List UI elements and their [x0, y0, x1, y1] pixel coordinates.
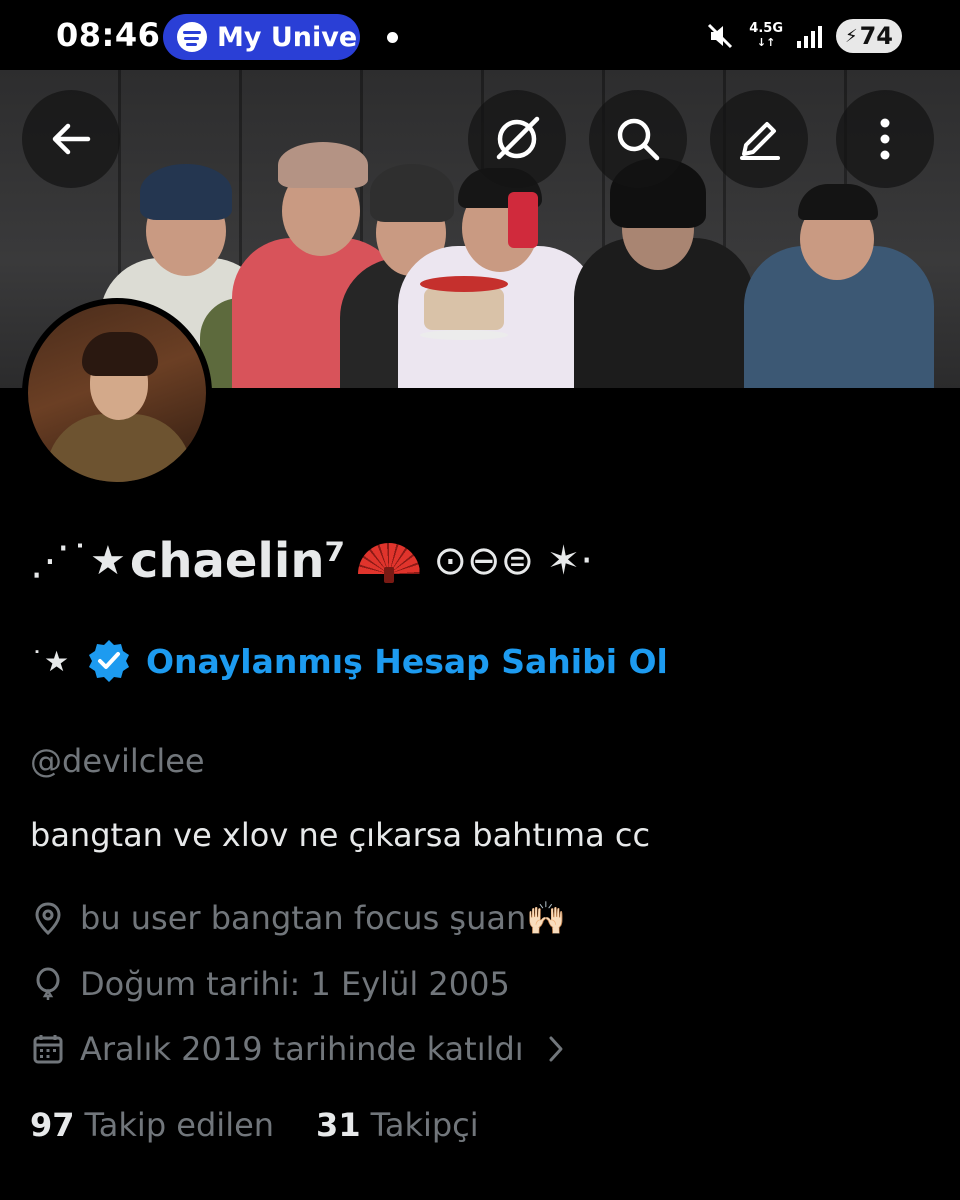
- signal-icon: [797, 24, 822, 48]
- name-suffix: ⊙⊖⊜ ✶⋅: [433, 538, 594, 584]
- back-button[interactable]: [22, 90, 120, 188]
- search-icon: [617, 118, 660, 161]
- location-text: bu user bangtan focus şuan🙌🏻: [80, 899, 567, 937]
- display-name: ⋰˙★ chaelin⁷ ⊙⊖⊜ ✶⋅: [30, 526, 593, 596]
- banner-phone: [508, 192, 538, 248]
- media-pill[interactable]: My Unive: [163, 14, 360, 60]
- mute-icon: [708, 23, 733, 49]
- name-text: chaelin⁷: [129, 533, 346, 589]
- status-bar: 08:46 My Unive 4.5G ↓↑ ⚡ 74: [0, 0, 960, 70]
- edit-icon: [740, 122, 780, 160]
- notification-dot: [387, 32, 398, 43]
- verify-row: ˙★ Onaylanmış Hesap Sahibi Ol: [30, 632, 668, 690]
- more-button[interactable]: [836, 90, 934, 188]
- verified-badge-icon: [89, 640, 129, 682]
- more-icon: [880, 118, 890, 160]
- profile-avatar[interactable]: [22, 298, 212, 488]
- following-count: 97: [30, 1106, 75, 1144]
- network-label: 4.5G: [749, 21, 783, 36]
- birthday-row: Doğum tarihi: 1 Eylül 2005: [30, 962, 510, 1006]
- fan-emoji-icon: [358, 543, 420, 583]
- status-icons: 4.5G ↓↑ ⚡ 74: [705, 16, 902, 56]
- grok-icon: [496, 116, 540, 160]
- name-prefix: ⋰˙★: [30, 538, 126, 584]
- balloon-icon: [36, 967, 60, 1000]
- joined-row[interactable]: Aralık 2019 tarihinde katıldı: [30, 1027, 566, 1071]
- location-row: bu user bangtan focus şuan🙌🏻: [30, 896, 566, 940]
- following-label: Takip edilen: [84, 1106, 275, 1144]
- search-button[interactable]: [589, 90, 687, 188]
- back-arrow-icon: [52, 123, 91, 155]
- following-link[interactable]: 97 Takip edilen: [30, 1106, 274, 1144]
- edit-button[interactable]: [710, 90, 808, 188]
- joined-text: Aralık 2019 tarihinde katıldı: [80, 1030, 524, 1068]
- status-time: 08:46: [56, 16, 161, 54]
- follow-counts: 97 Takip edilen 31 Takipçi: [30, 1106, 521, 1144]
- verify-prefix: ˙★: [30, 644, 70, 678]
- followers-label: Takipçi: [370, 1106, 479, 1144]
- followers-count: 31: [316, 1106, 361, 1144]
- get-verified-link[interactable]: Onaylanmış Hesap Sahibi Ol: [146, 642, 668, 681]
- network-indicator: 4.5G ↓↑: [749, 21, 783, 50]
- grok-button[interactable]: [468, 90, 566, 188]
- chevron-right-icon: [549, 1036, 563, 1062]
- media-pill-label: My Unive: [217, 21, 358, 53]
- calendar-icon: [33, 1035, 63, 1064]
- battery-level: 74: [859, 22, 894, 50]
- followers-link[interactable]: 31 Takipçi: [316, 1106, 479, 1144]
- birthday-text: Doğum tarihi: 1 Eylül 2005: [80, 965, 510, 1003]
- battery-icon: ⚡ 74: [836, 19, 902, 53]
- banner-cake: [420, 276, 508, 340]
- user-handle: @devilclee: [30, 742, 205, 780]
- spotify-icon: [177, 22, 207, 52]
- location-pin-icon: [35, 902, 61, 936]
- bio-text: bangtan ve xlov ne çıkarsa bahtıma cc: [30, 816, 651, 854]
